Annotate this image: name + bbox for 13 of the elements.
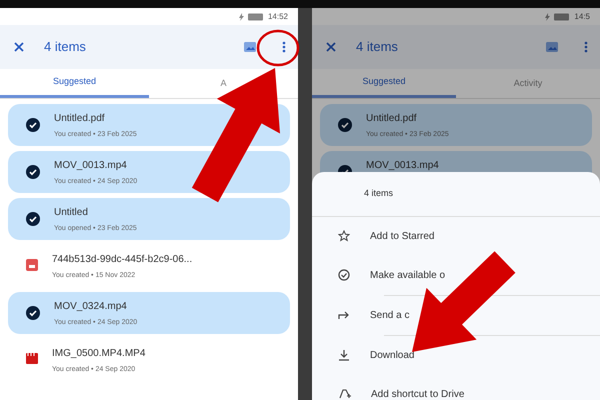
file-name: MOV_0013.mp4 — [54, 159, 128, 173]
file-name: Untitled.pdf — [54, 112, 106, 126]
file-name: Untitled — [54, 206, 89, 220]
selection-count: 4 items — [356, 38, 399, 56]
sheet-title: 4 items — [312, 172, 600, 216]
file-name: MOV_0324.mp4 — [54, 300, 128, 314]
status-time: 14:5 — [574, 10, 590, 22]
file-name: 744b513d-99dc-445f-b2c9-06... — [52, 253, 192, 267]
selection-count: 4 items — [44, 38, 87, 56]
status-time: 14:52 — [268, 10, 288, 22]
file-name: IMG_0500.MP4.MP4 — [52, 347, 146, 361]
file-name: Untitled.pdf — [366, 112, 418, 126]
file-name: MOV_0013.mp4 — [366, 159, 439, 173]
